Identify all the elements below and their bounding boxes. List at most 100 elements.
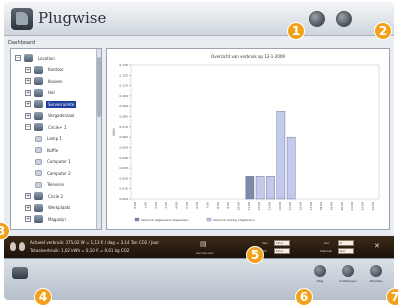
help-label: Help (316, 279, 324, 283)
tree-item-label: Serverruimte (46, 100, 77, 108)
help-button[interactable] (314, 265, 326, 277)
tree-item[interactable]: + Circle 2 (25, 191, 65, 201)
tree-item-label: Kantoor (48, 67, 64, 72)
y-tick-label: 0.070 (119, 125, 128, 129)
tree-item-label: Lamp 1 (47, 136, 62, 141)
tree-item-label: Magazijn (48, 216, 66, 222)
exit-button[interactable] (370, 265, 382, 277)
x-tick-label: 7:00 (206, 202, 210, 209)
bar (245, 176, 255, 200)
legend-swatch (134, 217, 140, 222)
group-icon (34, 65, 43, 74)
tree-item-label: Computer 1 (47, 159, 71, 164)
y-tick-label: 0.100 (119, 94, 128, 98)
bottom-toolbar: Help Instellingen Afsluiten (4, 258, 394, 300)
y-tick-label: 0.080 (119, 115, 128, 119)
bar (276, 111, 286, 200)
hour-field[interactable]: 0 (338, 240, 354, 246)
y-tick-label: 0.040 (119, 156, 128, 160)
tree-item[interactable]: + Magazijn (25, 214, 68, 224)
expand-icon[interactable]: + (25, 193, 31, 199)
y-tick-label: 0.010 (119, 187, 128, 191)
tree-item[interactable]: Computer 1 (35, 157, 73, 167)
x-tick-label: 0:00 (133, 202, 137, 209)
x-tick-label: 13:00 (268, 202, 272, 211)
tree-item-label: Location (38, 55, 55, 61)
tree-item[interactable]: + Kantoor (25, 65, 66, 75)
x-tick-label: 21:00 (350, 202, 354, 211)
tree-scrollbar-thumb[interactable] (97, 57, 101, 117)
y-axis-label: kWh (112, 128, 116, 136)
x-tick-label: 20:00 (340, 202, 344, 211)
from-label: Van (262, 241, 268, 245)
appliance-icon (35, 147, 42, 153)
group-icon (34, 215, 43, 223)
tree-item[interactable]: − Location (15, 53, 57, 63)
app-window: Plugwise Dashboard − Location + Kantoor + Keu… (4, 2, 394, 300)
tree-item[interactable]: − Circle+ 1 (25, 122, 68, 132)
from-date-field[interactable]: 12-1-2009 (274, 240, 290, 250)
tree-scrollbar[interactable] (96, 49, 101, 229)
expand-icon[interactable]: + (25, 78, 31, 84)
group-icon (34, 100, 43, 108)
tree-item[interactable]: + Keuken (25, 76, 65, 86)
expand-icon[interactable]: + (25, 66, 31, 73)
expand-icon[interactable]: + (25, 112, 31, 119)
tree-item-label: Hal (48, 90, 55, 95)
expand-icon[interactable]: + (25, 204, 31, 211)
tree-item-label: Circle 2 (48, 193, 64, 199)
x-tick-label: 22:00 (361, 202, 365, 211)
callout-badge: 5 (246, 246, 264, 264)
expand-icon[interactable]: + (25, 89, 31, 96)
interval-select[interactable]: Uur (338, 248, 354, 254)
group-icon (34, 77, 43, 85)
tree-item[interactable]: Lamp 1 (35, 134, 64, 144)
calendar-icon[interactable]: ▤ (200, 240, 207, 248)
collapse-icon[interactable]: − (15, 55, 21, 61)
x-tick-label: 3:00 (164, 202, 168, 209)
appliance-icon (35, 135, 42, 142)
appliance-icon (35, 170, 42, 176)
tree-item[interactable]: + Werkplaats (25, 203, 72, 213)
tree-item[interactable]: + Hal (25, 88, 57, 98)
home-button[interactable] (12, 267, 28, 279)
x-tick-label: 10:00 (237, 202, 241, 211)
appliance-icon (35, 181, 42, 188)
x-tick-label: 15:00 (288, 202, 292, 211)
tree-item[interactable]: + Vergaderzaal (25, 111, 76, 121)
group-icon (34, 111, 43, 120)
expand-icon[interactable]: + (25, 101, 31, 107)
preferences-button[interactable] (342, 265, 354, 277)
x-tick-label: 6:00 (195, 202, 199, 209)
tree-item[interactable]: + Serverruimte (25, 99, 77, 109)
usage-chart-panel: Overzicht van verbruik op 12-1-2009 0.00… (106, 48, 390, 230)
x-tick-label: 14:00 (278, 202, 282, 211)
legend-label: Verbruik (afgelopen uitgelezen) (141, 218, 188, 222)
x-tick-label: 12:00 (257, 202, 261, 211)
x-tick-label: 19:00 (330, 202, 334, 211)
exit-label: Afsluiten (369, 279, 383, 283)
y-tick-label: 0.110 (119, 84, 128, 88)
close-icon[interactable]: ✕ (374, 242, 380, 250)
until-date-field[interactable]: 12-1-2009 (274, 248, 290, 258)
plugs-button[interactable] (309, 11, 325, 27)
tree-item-label: Computer 2 (47, 170, 71, 176)
collapse-icon[interactable]: − (25, 124, 31, 130)
group-icon (34, 192, 43, 200)
plot-area (130, 64, 380, 200)
y-tick-label: 0.130 (119, 63, 128, 67)
tree-item-label: Televisie (47, 182, 64, 187)
callout-badge: 7 (386, 288, 398, 306)
refresh-label[interactable]: Vernieuwen (196, 251, 214, 255)
plugwise-logo-icon (11, 8, 33, 30)
tree-item[interactable]: Koffie (35, 145, 60, 155)
group-icon (24, 54, 33, 62)
expand-icon[interactable]: + (25, 216, 31, 222)
preferences-label: Instellingen (339, 279, 357, 283)
callout-badge: 4 (34, 288, 52, 306)
interval-label: Interval (320, 249, 332, 253)
bar (266, 176, 275, 200)
settings-button[interactable] (336, 11, 352, 27)
tree-item[interactable]: Televisie (35, 180, 66, 190)
tree-item[interactable]: Computer 2 (35, 168, 73, 178)
